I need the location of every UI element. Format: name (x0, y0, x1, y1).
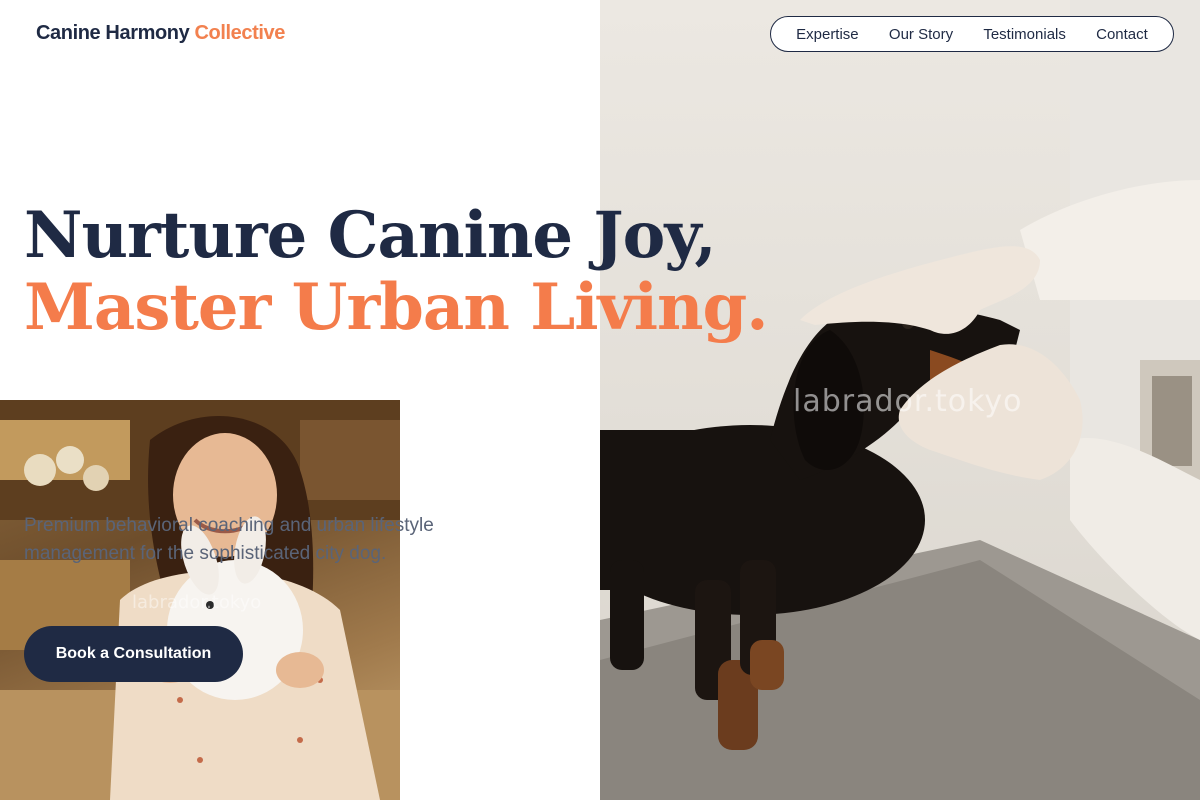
brand-logo[interactable]: Canine Harmony Collective (36, 22, 285, 45)
hero-headline-line-1: Nurture Canine Joy, (24, 198, 717, 273)
book-consultation-button[interactable]: Book a Consultation (24, 626, 243, 682)
hero-headline: Nurture Canine Joy, Master Urban Living. (24, 198, 769, 345)
brand-accent: Collective (194, 22, 286, 44)
hero-headline-line-2: Master Urban Living. (24, 270, 769, 345)
hero-photo-vet-dachshund: labrador.tokyo (600, 0, 1200, 800)
inset-photo-watermark: labrador.tokyo (132, 592, 262, 613)
hero-photo-watermark: labrador.tokyo (793, 384, 1023, 419)
brand-name: Canine Harmony (36, 22, 190, 44)
nav-item-our-story[interactable]: Our Story (889, 26, 953, 43)
nav-item-expertise[interactable]: Expertise (796, 26, 859, 43)
nav-item-contact[interactable]: Contact (1096, 26, 1148, 43)
hero-subtext: Premium behavioral coaching and urban li… (24, 515, 434, 564)
nav-item-testimonials[interactable]: Testimonials (983, 26, 1066, 43)
main-nav: Expertise Our Story Testimonials Contact (770, 16, 1174, 52)
